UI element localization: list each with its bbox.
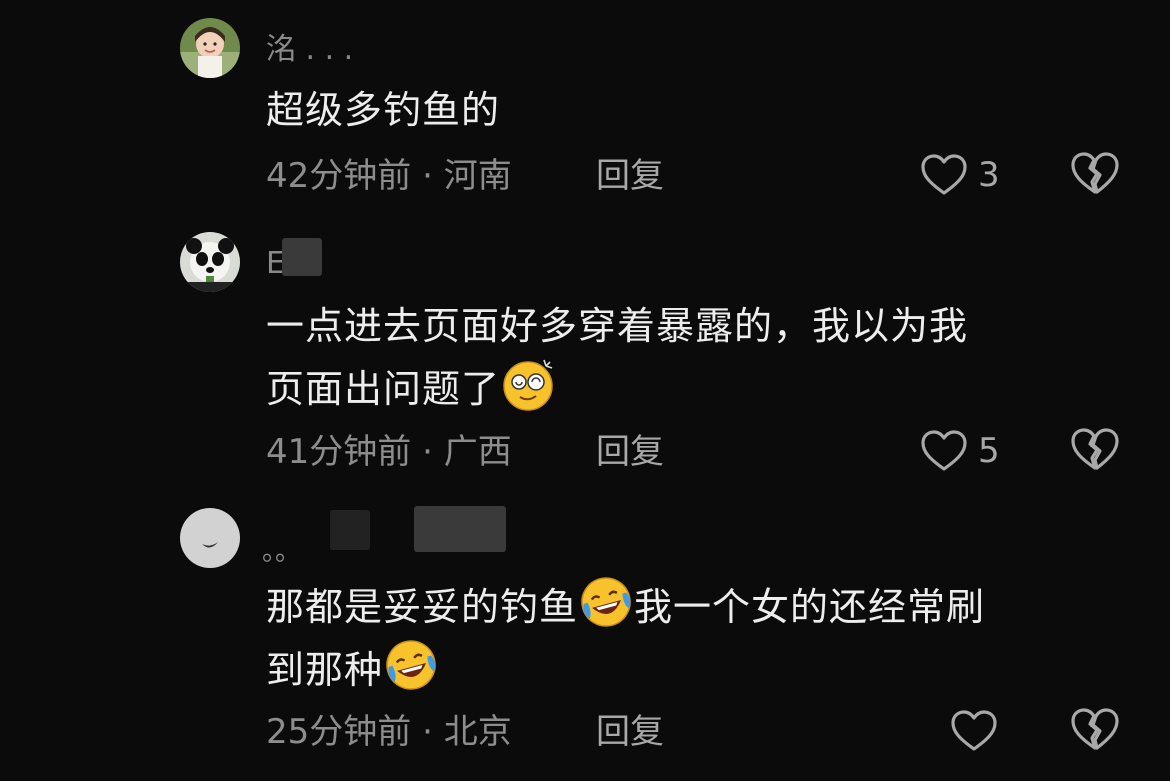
laughing-crying-icon — [386, 640, 436, 690]
heart-icon — [921, 154, 967, 195]
comment-text-fragment: 我一个女的还经常刷 — [634, 585, 986, 629]
comment-text-fragment: 到那种 — [266, 648, 384, 692]
comment-text-line-2: 到那种 — [266, 637, 1126, 700]
panda-avatar — [180, 232, 240, 292]
moon-avatar — [180, 508, 240, 568]
meta-separator: · — [411, 156, 444, 196]
comment-text-line: 超级多钓鱼的 — [266, 88, 501, 132]
comment-location: 北京 — [443, 712, 512, 752]
user-avatar[interactable] — [180, 232, 240, 292]
like-count: 3 — [978, 155, 1000, 195]
username[interactable]: 洺 . . . — [266, 30, 353, 70]
dislike-button[interactable] — [1070, 426, 1120, 476]
username[interactable]: 。。 — [262, 532, 301, 572]
reply-button[interactable]: 回复 — [596, 430, 664, 474]
comment-text: 超级多钓鱼的 — [266, 80, 1126, 140]
reply-button[interactable]: 回复 — [596, 154, 664, 198]
user-avatar[interactable] — [180, 18, 240, 78]
like-button[interactable] — [950, 706, 1008, 756]
broken-heart-icon — [1071, 428, 1119, 470]
comment-text-line: 那都是妥妥的钓鱼 我一个女的还经常刷 — [266, 574, 1126, 637]
comment-time: 41分钟前 — [266, 432, 412, 472]
comment-text-fragment: 那都是妥妥的钓鱼 — [266, 585, 579, 629]
username-redaction — [414, 506, 506, 552]
comment-text: 那都是妥妥的钓鱼 我一个女的还经常刷 到那种 — [266, 574, 1126, 700]
broken-heart-icon — [1071, 152, 1119, 194]
comment-text-line: 一点进去页面好多穿着暴露的，我以为我 — [266, 304, 969, 348]
heart-icon — [951, 710, 997, 751]
reply-button[interactable]: 回复 — [596, 710, 664, 754]
dislike-button[interactable] — [1070, 706, 1120, 756]
like-count: 5 — [978, 431, 1000, 471]
like-button[interactable]: 5 — [920, 426, 1000, 476]
user-avatar[interactable] — [180, 508, 240, 568]
comment-text: 一点进去页面好多穿着暴露的，我以为我 页面出问题了 — [266, 296, 1126, 419]
comment-meta: 25分钟前 · 北京 — [266, 710, 512, 754]
heart-icon — [921, 430, 967, 471]
comment-text-line-2: 页面出问题了 — [266, 356, 1126, 419]
comment-meta: 41分钟前 · 广西 — [266, 430, 512, 474]
username-redaction — [282, 238, 322, 276]
dizzy-face-icon — [503, 359, 553, 411]
comment-time: 25分钟前 — [266, 712, 412, 752]
comment-location: 河南 — [443, 156, 512, 196]
girl-photo-avatar — [180, 18, 240, 78]
like-button[interactable]: 3 — [920, 150, 1000, 200]
comment-meta: 42分钟前 · 河南 — [266, 154, 512, 198]
laughing-crying-icon — [581, 577, 631, 627]
broken-heart-icon — [1071, 708, 1119, 750]
dislike-button[interactable] — [1070, 150, 1120, 200]
username-redaction — [330, 510, 370, 550]
comment-location: 广西 — [443, 432, 512, 472]
comment-time: 42分钟前 — [266, 156, 412, 196]
meta-separator: · — [411, 432, 444, 472]
comment-text-fragment: 页面出问题了 — [266, 367, 501, 411]
meta-separator: · — [411, 712, 444, 752]
